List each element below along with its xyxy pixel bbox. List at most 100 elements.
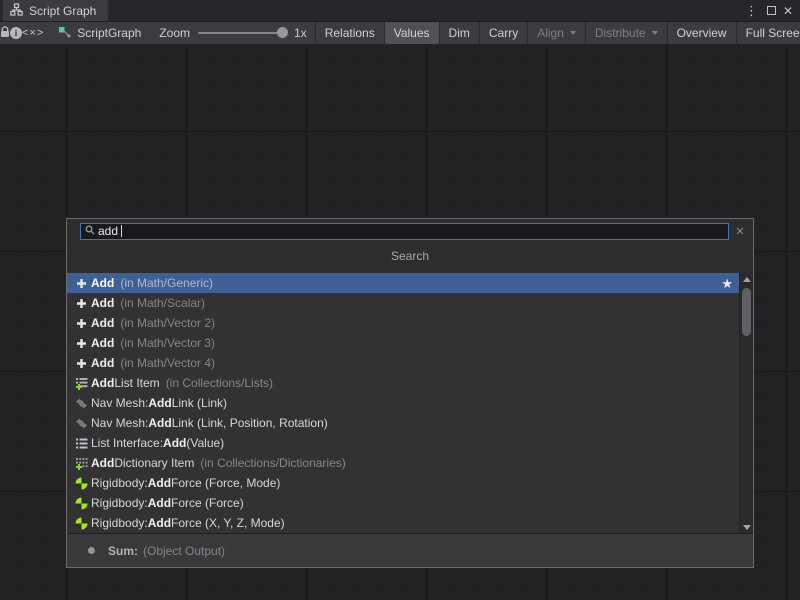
result-prefix: List Interface: xyxy=(91,436,163,450)
zoom-value: 1x xyxy=(294,26,307,40)
result-match: Add xyxy=(91,356,114,370)
toolbar-button-overview[interactable]: Overview xyxy=(667,22,736,44)
result-row[interactable]: Nav Mesh: Add Link (Link, Position, Rota… xyxy=(67,413,739,433)
result-match: Add xyxy=(148,396,171,410)
window-maximize-icon[interactable] xyxy=(767,6,776,15)
result-row[interactable]: List Interface: Add (Value) xyxy=(67,433,739,453)
result-suffix: Force (Force) xyxy=(171,496,244,510)
plus-icon xyxy=(73,338,89,349)
result-category: (in Math/Vector 3) xyxy=(120,336,215,350)
result-suffix: Force (Force, Mode) xyxy=(171,476,280,490)
scroll-down-icon[interactable] xyxy=(740,521,753,533)
graph-toolbar: i <×> ScriptGraph Zoom 1x Relations Value… xyxy=(0,21,800,44)
summary-title: Sum: xyxy=(108,544,138,558)
tab-title: Script Graph xyxy=(29,4,96,18)
zoom-control: Zoom 1x xyxy=(151,22,314,44)
window-close-icon[interactable]: ✕ xyxy=(783,5,793,17)
zoom-slider[interactable] xyxy=(198,32,286,34)
result-match: Add xyxy=(163,436,186,450)
result-prefix: Nav Mesh: xyxy=(91,396,148,410)
result-category: (in Math/Generic) xyxy=(120,276,213,290)
plus-icon xyxy=(73,298,89,309)
search-row: add ✕ xyxy=(67,219,753,243)
result-match: Add xyxy=(91,456,114,470)
plus-icon xyxy=(73,318,89,329)
graph-breadcrumb[interactable]: ScriptGraph xyxy=(44,22,151,44)
result-category: (in Math/Vector 2) xyxy=(120,316,215,330)
result-match: Add xyxy=(91,276,114,290)
code-icon: <×> xyxy=(22,27,44,39)
result-category: (in Math/Vector 4) xyxy=(120,356,215,370)
toolbar-button-dim[interactable]: Dim xyxy=(439,22,479,44)
result-category: (in Math/Scalar) xyxy=(120,296,205,310)
toolbar-button-full-screen[interactable]: Full Screen xyxy=(736,22,800,44)
scrollbar-thumb[interactable] xyxy=(742,288,751,336)
result-suffix: Dictionary Item xyxy=(114,456,194,470)
result-row[interactable]: Rigidbody: Add Force (X, Y, Z, Mode) xyxy=(67,513,739,533)
lock-button[interactable] xyxy=(0,22,10,44)
toolbar-button-label: Align xyxy=(537,26,564,40)
toolbar-button-label: Values xyxy=(394,26,430,40)
nav-mesh-icon xyxy=(73,417,89,430)
selected-item-summary: Sum: (Object Output) xyxy=(67,533,753,567)
result-row[interactable]: Nav Mesh: Add Link (Link) xyxy=(67,393,739,413)
result-suffix: Link (Link) xyxy=(172,396,227,410)
result-suffix: Link (Link, Position, Rotation) xyxy=(172,416,328,430)
port-dot-icon xyxy=(88,547,95,554)
result-match: Add xyxy=(91,336,114,350)
script-graph-node-icon xyxy=(58,25,71,41)
result-row[interactable]: Rigidbody: Add Force (Force) xyxy=(67,493,739,513)
titlebar: Script Graph ⋮ ✕ xyxy=(0,0,800,21)
search-icon xyxy=(85,224,95,238)
result-match: Add xyxy=(148,496,171,510)
search-results-rows: Add (in Math/Generic) ★ Add (in Math/Scalar)… xyxy=(67,273,739,533)
result-row[interactable]: Add List Item(in Collections/Lists) xyxy=(67,373,739,393)
graph-hierarchy-icon xyxy=(10,3,23,19)
chevron-down-icon xyxy=(652,31,658,35)
fuzzy-finder-popup: add ✕ Search Add(in Math/Generic)★Add(in… xyxy=(66,218,754,568)
zoom-slider-handle[interactable] xyxy=(277,27,288,38)
toolbar-button-align[interactable]: Align xyxy=(527,22,585,44)
text-cursor xyxy=(121,225,122,237)
list-icon xyxy=(73,437,89,450)
result-row[interactable]: Add (in Math/Vector 2) xyxy=(67,313,739,333)
plus-icon xyxy=(73,278,89,289)
result-match: Add xyxy=(91,296,114,310)
toolbar-button-values[interactable]: Values xyxy=(384,22,439,44)
results-scrollbar[interactable] xyxy=(739,273,753,533)
result-match: Add xyxy=(91,376,114,390)
result-prefix: Rigidbody: xyxy=(91,496,148,510)
result-category: (in Collections/Dictionaries) xyxy=(200,456,345,470)
toolbar-button-carry[interactable]: Carry xyxy=(479,22,527,44)
toolbar-button-label: Relations xyxy=(325,26,375,40)
toolbar-button-distribute[interactable]: Distribute xyxy=(585,22,667,44)
toolbar-button-label: Carry xyxy=(489,26,518,40)
zoom-label: Zoom xyxy=(159,26,190,40)
result-suffix: List Item xyxy=(114,376,159,390)
result-row[interactable]: Add Dictionary Item (in Collections/Dicti… xyxy=(67,453,739,473)
scroll-up-icon[interactable] xyxy=(740,273,753,285)
favorite-star-icon[interactable]: ★ xyxy=(721,277,733,290)
result-match: Add xyxy=(148,516,171,530)
toolbar-buttons: Relations Values Dim Carry Align DistributeOv… xyxy=(315,22,800,44)
search-input[interactable]: add xyxy=(80,223,729,240)
rigidbody-icon xyxy=(73,517,89,530)
graph-breadcrumb-label: ScriptGraph xyxy=(77,26,141,40)
info-button[interactable]: i xyxy=(10,22,22,44)
clear-search-icon[interactable]: ✕ xyxy=(733,225,747,238)
nav-mesh-icon xyxy=(73,397,89,410)
result-row[interactable]: Add (in Math/Vector 4) xyxy=(67,353,739,373)
plus-icon xyxy=(73,358,89,369)
window-menu-icon[interactable]: ⋮ xyxy=(743,4,760,17)
result-row[interactable]: Add (in Math/Scalar) xyxy=(67,293,739,313)
result-row[interactable]: Add (in Math/Vector 3) xyxy=(67,333,739,353)
toolbar-button-relations[interactable]: Relations xyxy=(315,22,384,44)
add-dict-icon xyxy=(73,457,89,470)
code-preview-button[interactable]: <×> xyxy=(22,22,44,44)
result-row[interactable]: Rigidbody: Add Force (Force, Mode) xyxy=(67,473,739,493)
result-match: Add xyxy=(91,316,114,330)
result-suffix: (Value) xyxy=(186,436,224,450)
result-match: Add xyxy=(148,476,171,490)
tab-script-graph[interactable]: Script Graph xyxy=(3,0,108,21)
result-row[interactable]: Add (in Math/Generic) ★ xyxy=(67,273,739,293)
